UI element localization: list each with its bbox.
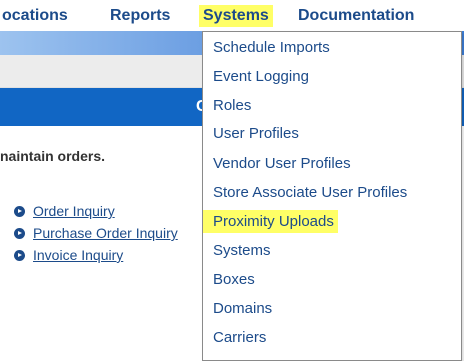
menu-item-event-logging[interactable]: Event Logging [203,65,313,88]
order-inquiry-link[interactable]: Order Inquiry [33,203,115,219]
purchase-order-inquiry-link[interactable]: Purchase Order Inquiry [33,225,178,241]
invoice-inquiry-row: Invoice Inquiry [14,246,123,264]
menu-item-store-associate-user-profiles[interactable]: Store Associate User Profiles [203,181,411,204]
top-navigation-bar: ocations Reports Systems Documentation [0,0,464,31]
menu-item-proximity-uploads[interactable]: Proximity Uploads [203,210,338,233]
menu-item-domains[interactable]: Domains [203,297,276,320]
arrow-bullet-icon [14,227,25,239]
page-intro-text: naintain orders. [0,148,106,164]
order-inquiry-row: Order Inquiry [14,202,115,220]
menu-item-boxes[interactable]: Boxes [203,268,259,291]
nav-item-systems[interactable]: Systems [199,5,273,27]
nav-item-documentation[interactable]: Documentation [298,5,414,27]
menu-item-carriers[interactable]: Carriers [203,326,270,349]
menu-item-schedule-imports[interactable]: Schedule Imports [203,36,334,59]
invoice-inquiry-link[interactable]: Invoice Inquiry [33,247,123,263]
arrow-bullet-icon [14,205,25,217]
systems-dropdown-menu: Schedule Imports Event Logging Roles Use… [202,31,462,361]
menu-item-roles[interactable]: Roles [203,94,255,117]
menu-item-systems[interactable]: Systems [203,239,275,262]
nav-item-reports[interactable]: Reports [110,5,170,27]
menu-item-user-profiles[interactable]: User Profiles [203,122,303,145]
purchase-order-inquiry-row: Purchase Order Inquiry [14,224,178,242]
menu-item-vendor-user-profiles[interactable]: Vendor User Profiles [203,152,355,175]
nav-item-locations[interactable]: ocations [2,5,68,27]
arrow-bullet-icon [14,249,25,261]
